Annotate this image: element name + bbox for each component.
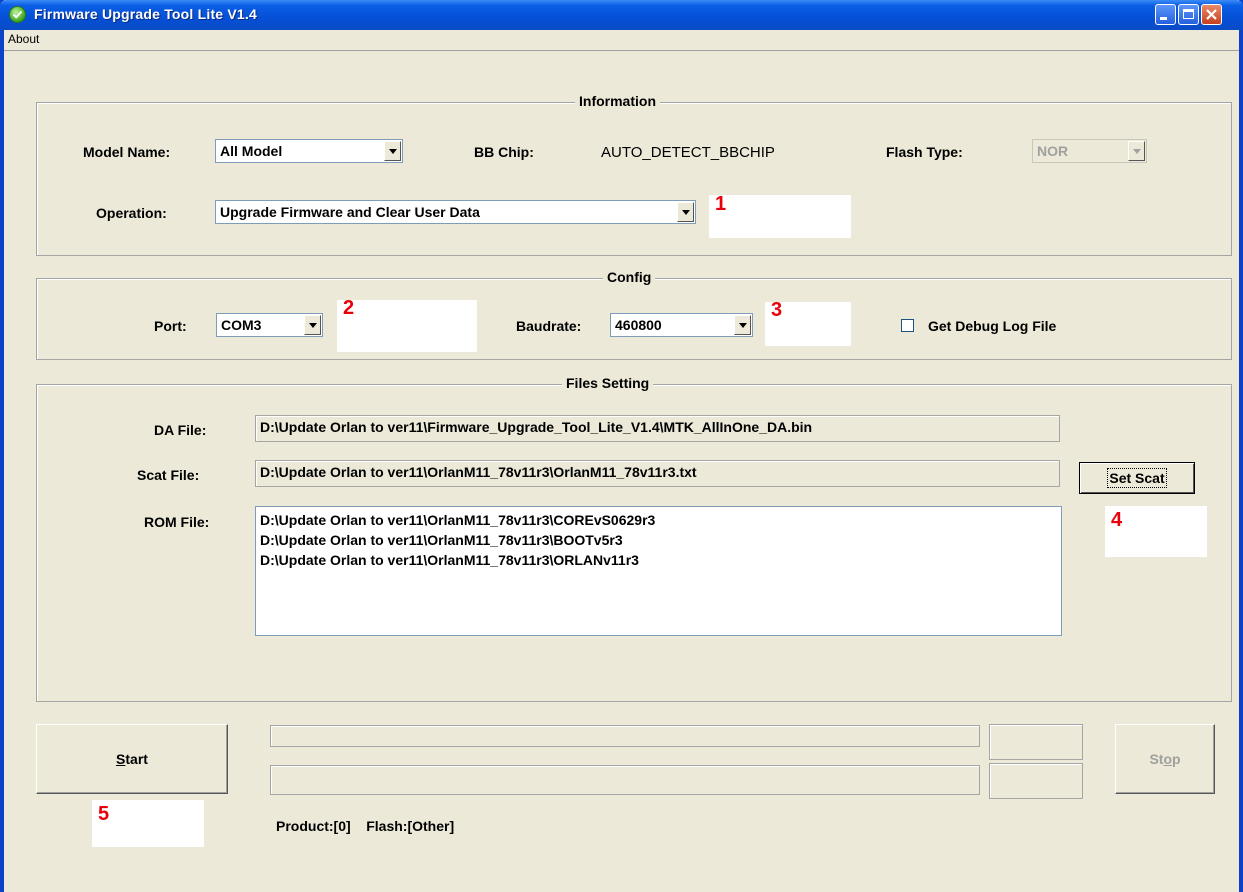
information-group: Information [36, 93, 1232, 256]
baudrate-value: 460800 [615, 317, 662, 333]
set-scat-label: Set Scat [1107, 468, 1167, 488]
close-icon [1206, 9, 1217, 20]
stop-button: Stop [1115, 724, 1215, 794]
menu-about[interactable]: About [8, 32, 39, 46]
progress-panel-primary [989, 724, 1083, 760]
progress-panel-secondary [989, 763, 1083, 799]
scat-file-label: Scat File: [137, 467, 200, 483]
list-item[interactable]: D:\Update Orlan to ver11\OrlanM11_78v11r… [256, 552, 1061, 572]
config-title: Config [603, 269, 656, 285]
app-check-icon [9, 6, 26, 23]
model-name-select[interactable]: All Model [215, 139, 403, 163]
baudrate-label: Baudrate: [516, 318, 582, 334]
maximize-icon [1183, 9, 1194, 19]
model-name-label: Model Name: [83, 144, 171, 160]
debug-log-checkbox[interactable] [901, 319, 914, 332]
operation-label: Operation: [96, 205, 167, 221]
minimize-icon [1160, 17, 1167, 20]
flash-type-label: Flash Type: [886, 144, 963, 160]
chevron-down-icon[interactable] [677, 202, 694, 222]
menu-bar: About [4, 30, 1239, 51]
annotation-5: 5 [92, 800, 204, 847]
bb-chip-label: BB Chip: [474, 144, 534, 160]
da-file-value: D:\Update Orlan to ver11\Firmware_Upgrad… [260, 419, 813, 435]
start-label: Start [116, 751, 148, 767]
stop-label: Stop [1149, 751, 1181, 767]
chevron-down-icon[interactable] [734, 315, 751, 335]
set-scat-button[interactable]: Set Scat [1079, 462, 1195, 494]
close-button[interactable] [1201, 4, 1222, 25]
rom-file-list[interactable]: D:\Update Orlan to ver11\OrlanM11_78v11r… [255, 506, 1062, 636]
main-window: Firmware Upgrade Tool Lite V1.4 About In… [0, 0, 1243, 892]
minimize-button[interactable] [1155, 4, 1176, 25]
chevron-down-icon[interactable] [304, 315, 321, 335]
annotation-3: 3 [765, 299, 851, 346]
baudrate-select[interactable]: 460800 [610, 313, 753, 337]
port-value: COM3 [221, 317, 262, 333]
scat-file-field[interactable]: D:\Update Orlan to ver11\OrlanM11_78v11r… [255, 460, 1060, 487]
title-bar[interactable]: Firmware Upgrade Tool Lite V1.4 [0, 0, 1243, 30]
port-select[interactable]: COM3 [216, 313, 323, 337]
model-name-value: All Model [220, 143, 283, 159]
flash-type-select: NOR [1032, 139, 1147, 163]
da-file-label: DA File: [154, 422, 207, 438]
start-button[interactable]: Start [36, 724, 228, 794]
status-text: Product:[0] Flash:[Other] [276, 818, 455, 834]
rom-file-label: ROM File: [144, 514, 210, 530]
chevron-down-icon[interactable] [384, 141, 401, 161]
progress-bar-primary [270, 725, 980, 747]
information-title: Information [575, 93, 660, 109]
bb-chip-value: AUTO_DETECT_BBCHIP [601, 144, 775, 161]
scat-file-value: D:\Update Orlan to ver11\OrlanM11_78v11r… [260, 464, 697, 480]
list-item[interactable]: D:\Update Orlan to ver11\OrlanM11_78v11r… [256, 512, 1061, 532]
annotation-4: 4 [1105, 506, 1207, 557]
window-title: Firmware Upgrade Tool Lite V1.4 [34, 6, 257, 22]
list-item[interactable]: D:\Update Orlan to ver11\OrlanM11_78v11r… [256, 532, 1061, 552]
files-setting-title: Files Setting [562, 375, 654, 391]
maximize-button[interactable] [1178, 4, 1199, 25]
annotation-2: 2 [337, 297, 477, 352]
da-file-field[interactable]: D:\Update Orlan to ver11\Firmware_Upgrad… [255, 415, 1060, 442]
port-label: Port: [154, 318, 187, 334]
progress-bar-secondary [270, 765, 980, 795]
operation-select[interactable]: Upgrade Firmware and Clear User Data [215, 200, 696, 224]
debug-log-label[interactable]: Get Debug Log File [928, 318, 1056, 334]
annotation-1: 1 [709, 193, 851, 238]
chevron-down-icon [1128, 141, 1145, 161]
operation-value: Upgrade Firmware and Clear User Data [220, 204, 480, 220]
flash-type-value: NOR [1037, 143, 1069, 159]
